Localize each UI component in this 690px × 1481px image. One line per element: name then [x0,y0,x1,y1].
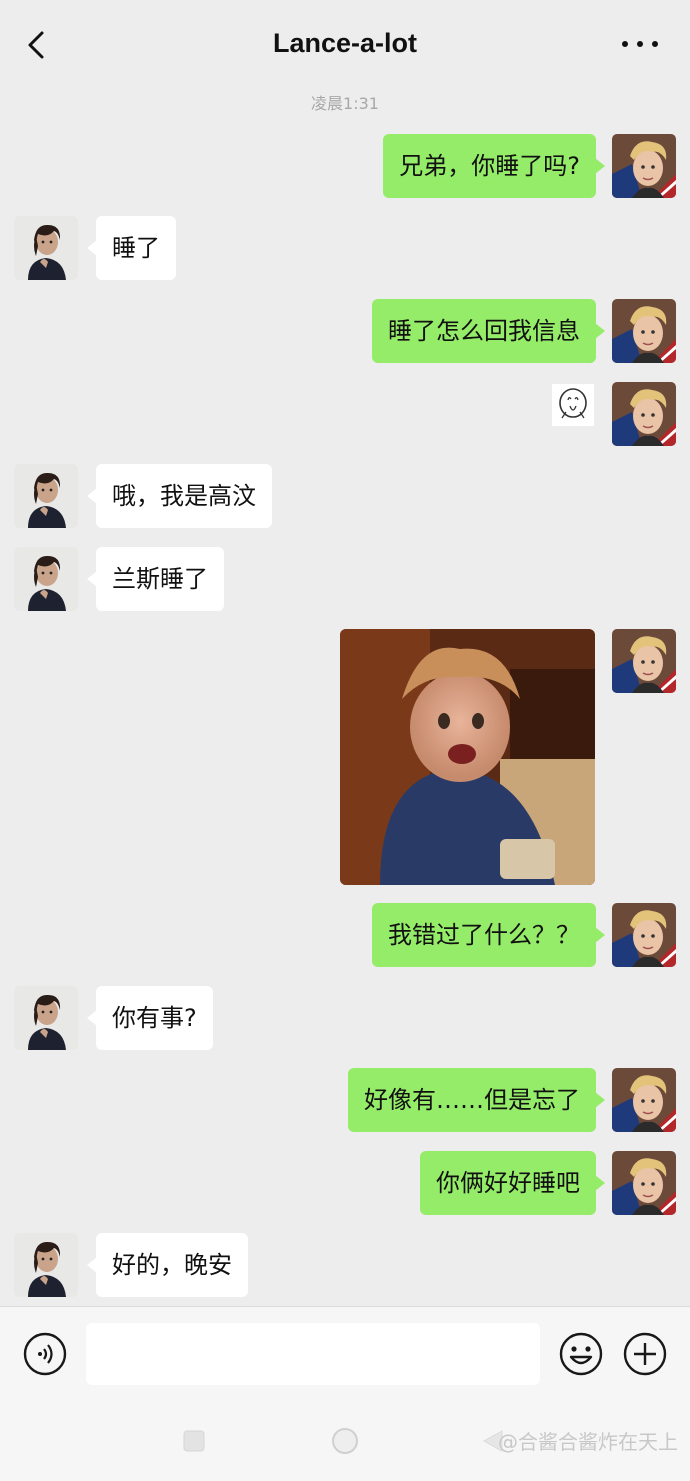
message-bubble-incoming[interactable]: 哦，我是高汶 [87,464,272,528]
avatar-contact[interactable] [14,464,78,528]
message-bubble-outgoing[interactable]: 睡了怎么回我信息 [372,299,605,363]
avatar-contact[interactable] [14,216,78,280]
chat-title: Lance-a-lot [272,28,418,58]
avatar-contact[interactable] [14,547,78,611]
avatar-self[interactable] [612,382,676,446]
message-input[interactable] [86,1323,540,1385]
plus-icon[interactable] [622,1331,668,1377]
chat-header: Lance-a-lot [0,0,690,88]
meme-photo[interactable] [340,629,595,885]
message-bubble-outgoing[interactable]: 我错过了什么？？ [372,903,605,967]
emoji-icon[interactable] [558,1331,604,1377]
message-bubble-incoming[interactable]: 兰斯睡了 [87,547,224,611]
avatar-self[interactable] [612,1151,676,1215]
message-bubble-incoming[interactable]: 好的，晚安 [87,1233,248,1297]
input-bar [0,1306,690,1402]
voice-icon[interactable] [22,1331,68,1377]
sticker-face-icon[interactable] [552,384,594,426]
message-bubble-outgoing[interactable]: 你俩好好睡吧 [420,1151,605,1215]
avatar-self[interactable] [612,629,676,693]
avatar-self[interactable] [612,134,676,198]
message-bubble-incoming[interactable]: 睡了 [87,216,176,280]
avatar-self[interactable] [612,1068,676,1132]
message-bubble-incoming[interactable]: 你有事? [87,986,213,1050]
message-bubble-outgoing[interactable]: 好像有……但是忘了 [348,1068,605,1132]
avatar-self[interactable] [612,903,676,967]
avatar-contact[interactable] [14,986,78,1050]
avatar-self[interactable] [612,299,676,363]
message-bubble-outgoing[interactable]: 兄弟，你睡了吗? [383,134,605,198]
watermark-credit: @合酱合酱炸在天上 [498,1430,678,1454]
more-dots-icon[interactable] [620,37,660,51]
recent-apps-icon[interactable] [183,1430,205,1452]
message-timestamp: 凌晨1:31 [311,94,379,113]
avatar-contact[interactable] [14,1233,78,1297]
chat-area[interactable]: 凌晨1:31 兄弟，你睡了吗? 睡了 睡了怎么回我信息 哦，我是高汶 兰斯睡了 [0,0,690,1305]
home-icon[interactable] [330,1426,360,1456]
